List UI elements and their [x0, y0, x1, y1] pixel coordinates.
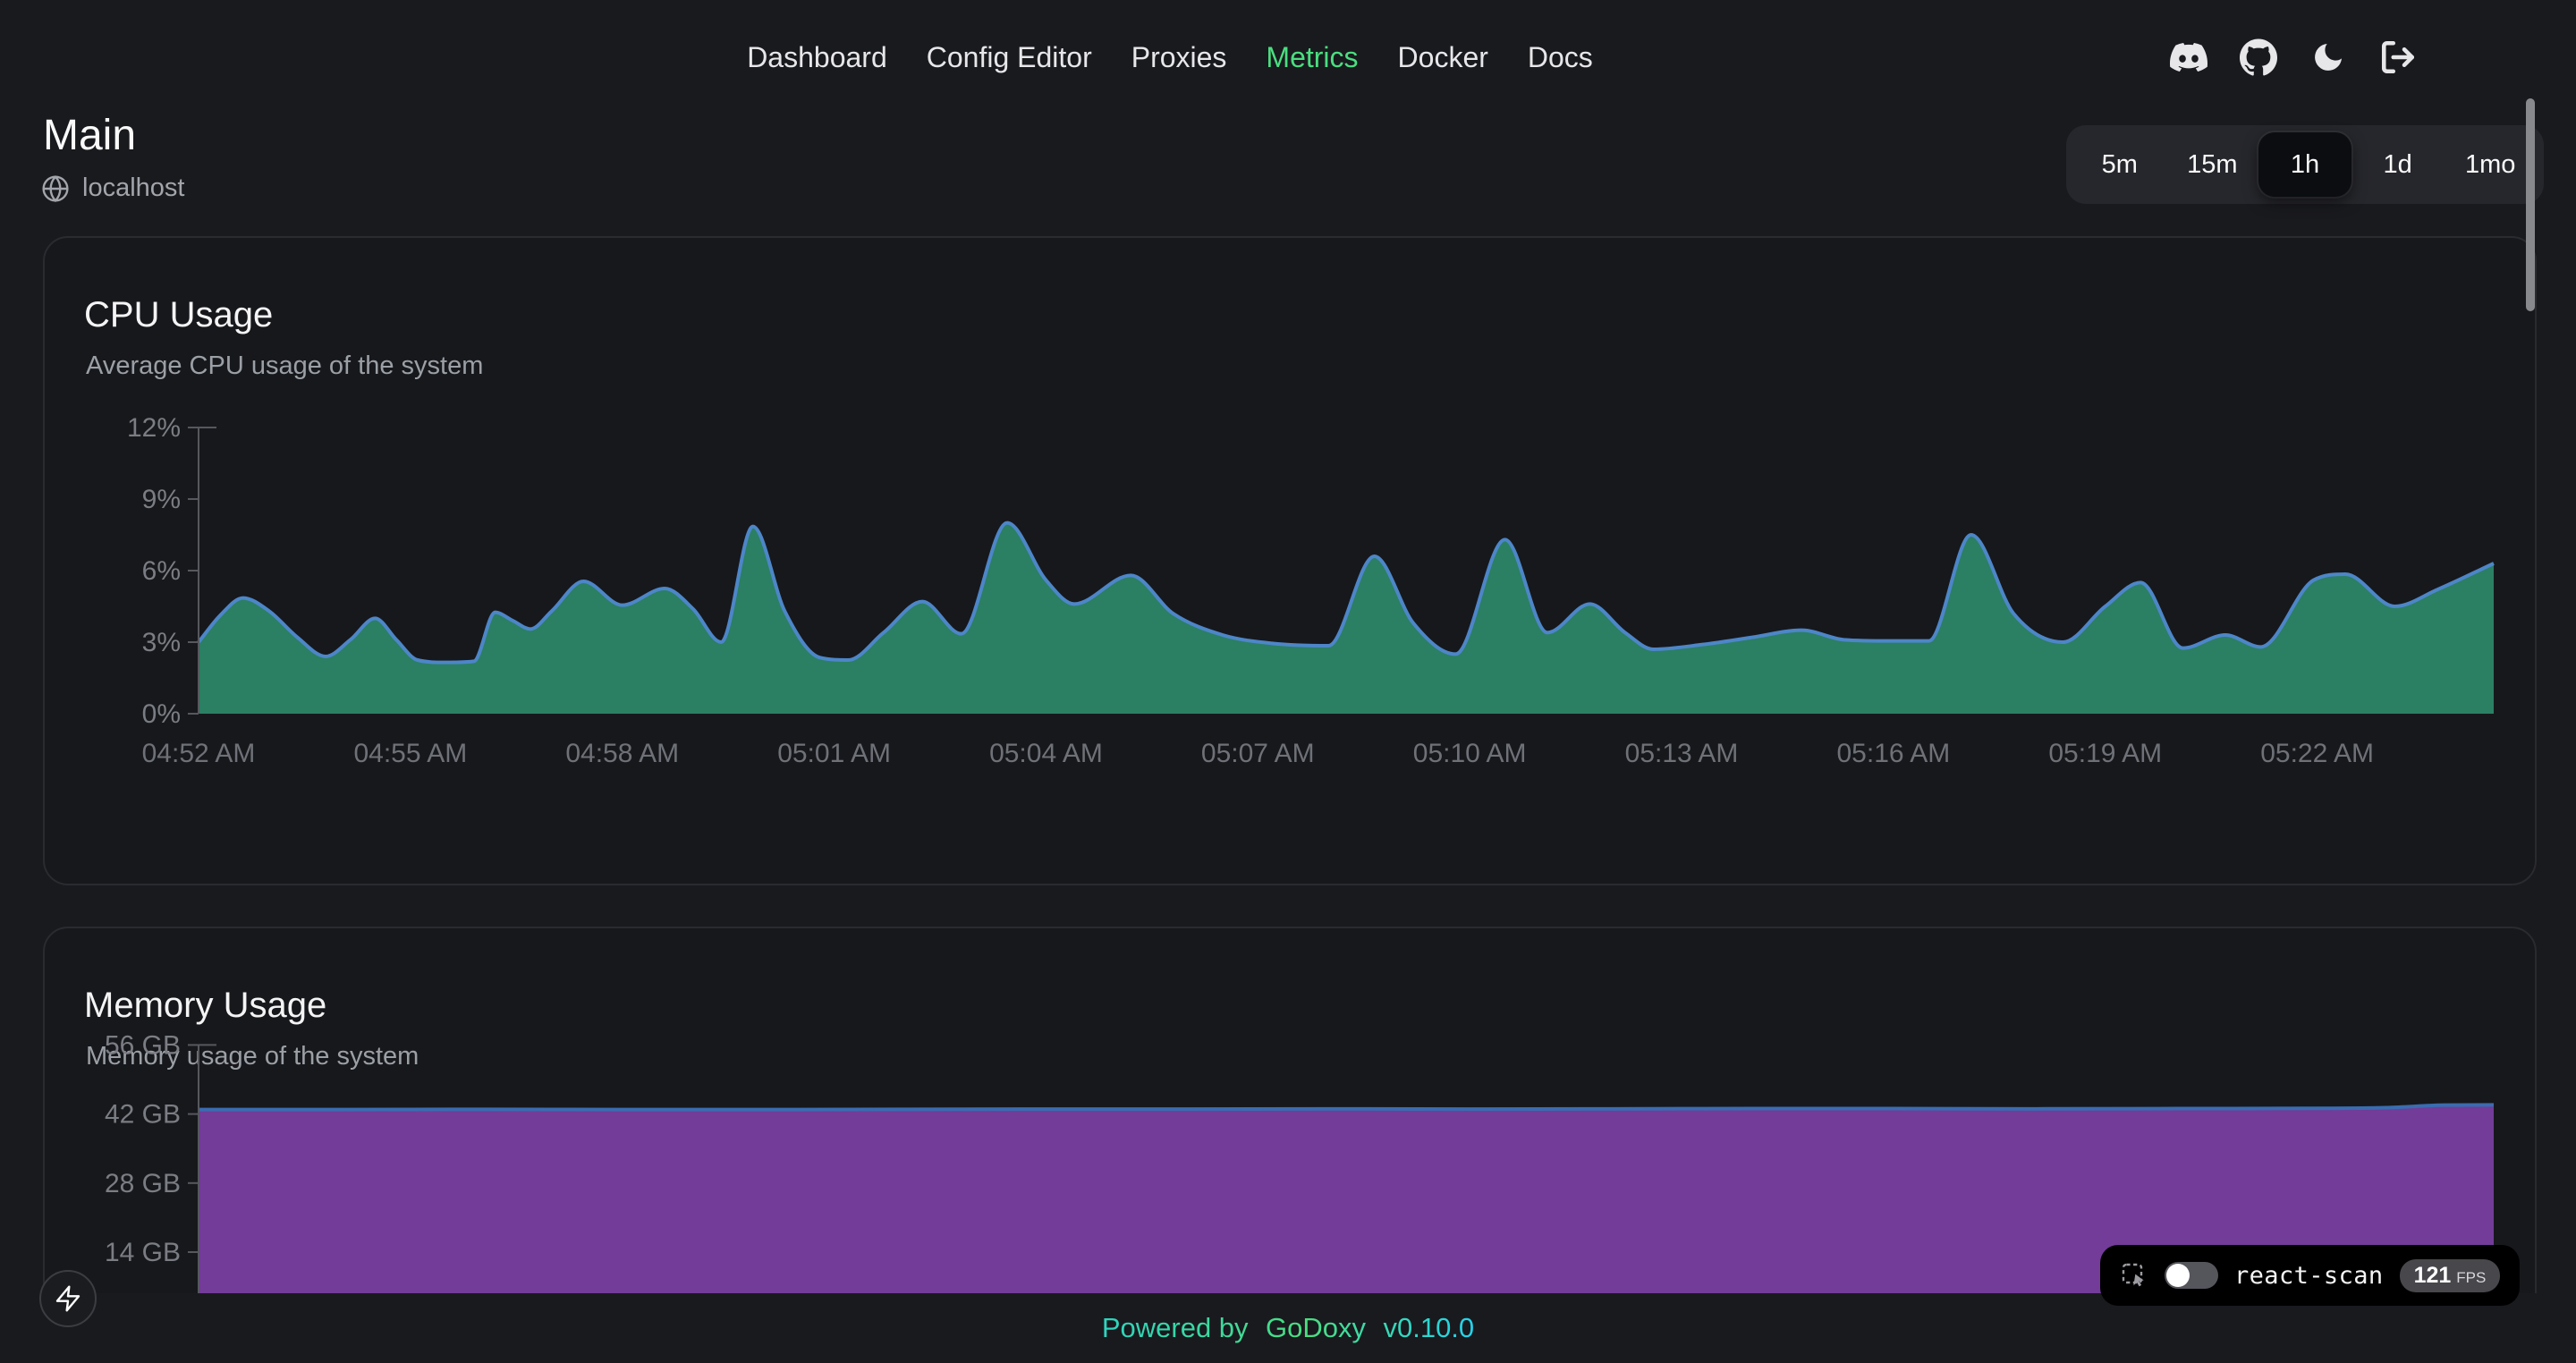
y-axis-tick-label: 12% [127, 413, 181, 443]
header-icon-group [2170, 21, 2417, 93]
react-scan-label: react-scan [2234, 1262, 2384, 1290]
nav-item-metrics[interactable]: Metrics [1266, 41, 1358, 74]
scrollbar-thumb[interactable] [2526, 98, 2535, 311]
github-icon[interactable] [2240, 38, 2277, 76]
react-scan-widget[interactable]: react-scan 121 FPS [2100, 1245, 2520, 1306]
nav-item-dashboard[interactable]: Dashboard [747, 41, 887, 74]
x-axis-tick-label: 05:04 AM [989, 739, 1103, 768]
y-axis-tick-label: 28 GB [105, 1169, 181, 1198]
x-axis-tick-label: 04:55 AM [353, 739, 467, 768]
scan-toggle[interactable] [2165, 1262, 2218, 1289]
x-axis-tick-label: 04:52 AM [142, 739, 256, 768]
footer-text: Powered by GoDoxy v0.10.0 [1102, 1312, 1474, 1344]
nav-item-docker[interactable]: Docker [1398, 41, 1488, 74]
x-axis-tick-label: 05:01 AM [777, 739, 891, 768]
y-axis-tick-label: 3% [142, 628, 181, 657]
cpu-card-subtitle: Average CPU usage of the system [45, 335, 2535, 381]
series-line [199, 1105, 2494, 1109]
range-option-15m[interactable]: 15m [2166, 132, 2259, 197]
page-title: Main [43, 111, 136, 160]
host-label: localhost [82, 174, 184, 203]
y-axis-tick-label: 0% [142, 699, 181, 729]
version-label: v0.10.0 [1383, 1312, 1474, 1343]
discord-icon[interactable] [2170, 38, 2207, 76]
nav-item-config-editor[interactable]: Config Editor [927, 41, 1092, 74]
cpu-usage-card: CPU Usage Average CPU usage of the syste… [43, 236, 2537, 885]
y-axis-tick-label: 9% [142, 485, 181, 514]
globe-icon [41, 174, 70, 203]
range-option-1h[interactable]: 1h [2258, 132, 2351, 197]
time-range-selector: 5m 15m 1h 1d 1mo [2066, 125, 2544, 204]
y-axis-tick-label: 56 GB [105, 1030, 181, 1060]
range-option-5m[interactable]: 5m [2073, 132, 2166, 197]
logout-icon[interactable] [2379, 38, 2417, 76]
x-axis-tick-label: 05:22 AM [2260, 739, 2374, 768]
brand-link[interactable]: GoDoxy [1266, 1312, 1366, 1343]
cpu-card-title: CPU Usage [45, 238, 2535, 335]
dark-mode-moon-icon[interactable] [2309, 38, 2347, 76]
x-axis-tick-label: 05:07 AM [1201, 739, 1315, 768]
range-option-1d[interactable]: 1d [2351, 132, 2445, 197]
x-axis-tick-label: 05:10 AM [1413, 739, 1527, 768]
fps-value: 121 [2414, 1263, 2452, 1289]
y-axis-tick-label: 42 GB [105, 1100, 181, 1130]
range-option-1mo[interactable]: 1mo [2444, 132, 2537, 197]
cpu-usage-chart[interactable]: 0% 3% 6% 9% 12% 04:52 AM 04:55 AM 04:58 AM 05:01… [45, 411, 2538, 791]
x-axis-tick-label: 05:13 AM [1625, 739, 1739, 768]
quick-actions-button[interactable] [39, 1270, 97, 1327]
host-row: localhost [41, 174, 184, 203]
x-axis-tick-label: 04:58 AM [565, 739, 679, 768]
top-nav: Dashboard Config Editor Proxies Metrics … [747, 21, 1593, 93]
x-axis-tick-label: 05:16 AM [1837, 739, 1951, 768]
inspect-element-icon[interactable] [2120, 1261, 2148, 1290]
y-axis-tick-label: 14 GB [105, 1238, 181, 1267]
nav-item-proxies[interactable]: Proxies [1131, 41, 1227, 74]
nav-item-docs[interactable]: Docs [1528, 41, 1593, 74]
toggle-knob [2166, 1264, 2190, 1287]
y-axis-tick-label: 6% [142, 556, 181, 586]
app-viewport: Dashboard Config Editor Proxies Metrics … [0, 0, 2576, 1363]
fps-unit: FPS [2456, 1269, 2486, 1287]
powered-by-label: Powered by [1102, 1312, 1249, 1343]
x-axis-tick-label: 05:19 AM [2048, 739, 2162, 768]
fps-badge: 121 FPS [2400, 1259, 2501, 1292]
